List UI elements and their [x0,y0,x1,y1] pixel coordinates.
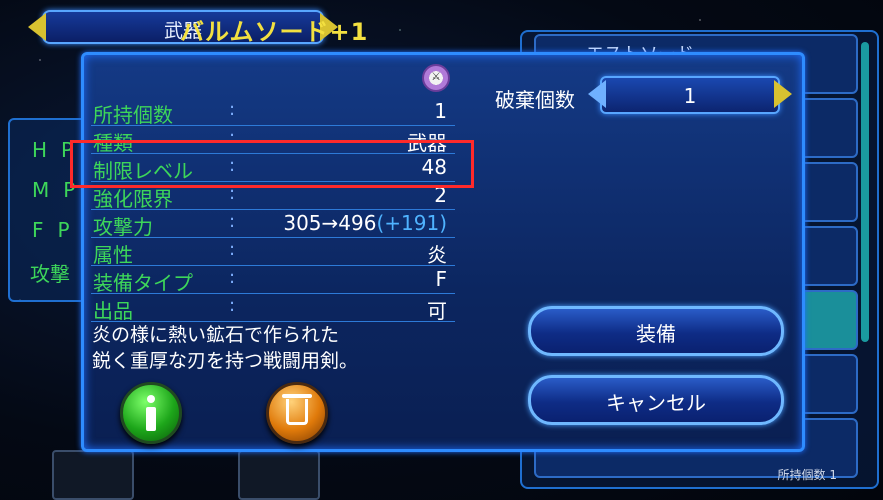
detail-colon: : [229,99,236,120]
level-requirement-highlight [70,140,474,188]
detail-value: 305→496(+191) [283,211,447,235]
cancel-button[interactable]: キャンセル [528,375,784,425]
detail-row: 出品 : 可 [91,294,455,323]
detail-row: 属性 : 炎 [91,238,455,267]
list-scrollbar[interactable] [861,42,869,342]
detail-value: 可 [427,299,447,323]
trash-lid [282,394,312,398]
background-bottom-button[interactable] [238,450,320,500]
info-button[interactable] [120,382,182,444]
detail-key: 出品 [93,299,133,323]
discard-quantity-value: 1 [683,84,697,108]
detail-colon: : [229,267,236,288]
detail-key: 攻撃力 [93,215,153,239]
detail-key: 装備タイプ [93,271,193,295]
description-line: 炎の様に熱い鉱石で作られた [92,324,340,346]
item-type-icon: ⚔ [422,64,450,92]
trash-icon [286,399,308,425]
discard-quantity-stepper[interactable]: 1 [586,74,794,116]
detail-colon: : [229,295,236,316]
detail-row: 攻撃力 : 305→496(+191) [91,210,455,239]
increase-arrow-icon[interactable] [774,80,792,108]
background-bottom-button[interactable] [52,450,134,500]
detail-value: F [435,267,447,291]
detail-colon: : [229,211,236,232]
item-name-title: バルムソード+1 [180,18,369,46]
detail-value: 炎 [427,243,447,267]
list-footer-count: 所持個数 1 [777,468,837,482]
detail-row: 所持個数 : 1 [91,98,455,127]
detail-key: 所持個数 [93,103,173,127]
stat-label-attack: 攻撃 [30,262,70,286]
attack-bonus: (+191) [376,211,447,235]
detail-row: 装備タイプ : F [91,266,455,295]
discard-button[interactable] [266,382,328,444]
detail-value: 1 [434,99,447,123]
item-description: 炎の様に熱い鉱石で作られた 鋭く重厚な刃を持つ戦闘用剣。 [92,322,358,374]
stat-label-fp: FP [32,218,84,242]
detail-colon: : [229,239,236,260]
detail-key: 属性 [93,243,133,267]
description-line: 鋭く重厚な刃を持つ戦闘用剣。 [92,350,359,372]
equip-button[interactable]: 装備 [528,306,784,356]
info-icon [146,395,156,431]
discard-quantity-label: 破棄個数 [495,88,575,112]
attack-value: 305→496 [283,211,377,235]
